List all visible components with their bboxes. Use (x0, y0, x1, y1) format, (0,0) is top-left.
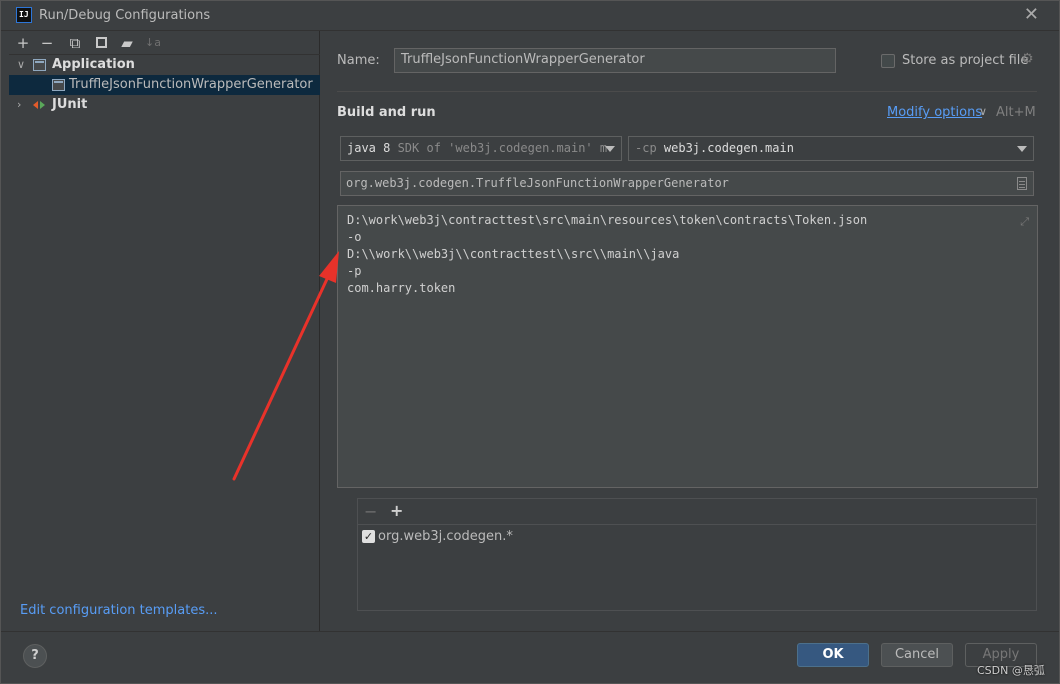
filter-label: org.web3j.codegen.* (378, 529, 513, 544)
remove-filter-icon[interactable]: − (364, 502, 377, 521)
sort-icon[interactable]: ↓a (143, 33, 163, 53)
gear-icon[interactable]: ⚙ (1021, 52, 1035, 66)
store-as-project-checkbox[interactable] (881, 54, 895, 68)
chevron-down-icon[interactable]: ∨ (17, 55, 25, 75)
browse-class-icon[interactable] (1017, 177, 1027, 190)
program-argument-line: D:\work\web3j\contracttest\src\main\reso… (347, 213, 868, 227)
store-as-project-label[interactable]: Store as project file (902, 53, 1028, 68)
remove-icon[interactable]: − (37, 33, 57, 53)
watermark: CSDN @恳弧 (977, 664, 1045, 677)
filter-checkbox[interactable]: ✓ (362, 530, 375, 543)
tree-node-junit-label: JUnit (52, 97, 88, 112)
save-icon[interactable] (91, 33, 111, 53)
run-debug-dialog: IJ Run/Debug Configurations ✕ + − ⧉ ▰ ↓a… (0, 0, 1060, 684)
application-icon (33, 59, 46, 71)
copy-icon[interactable]: ⧉ (65, 33, 85, 53)
jre-select[interactable]: java 8 SDK of 'web3j.codegen.main' m (340, 136, 622, 161)
jre-select-value: java 8 (347, 141, 391, 155)
add-icon[interactable]: + (13, 33, 33, 53)
new-folder-icon[interactable]: ▰ (117, 33, 137, 53)
modify-options-link[interactable]: Modify options (887, 105, 982, 120)
classpath-module-select[interactable]: -cp web3j.codegen.main (628, 136, 1034, 161)
close-icon[interactable]: ✕ (1024, 4, 1039, 25)
program-argument-line: -o (347, 230, 362, 244)
config-form-panel: Name: TruffleJsonFunctionWrapperGenerato… (321, 31, 1059, 631)
edit-templates-link[interactable]: Edit configuration templates... (20, 603, 218, 618)
tree-node-application[interactable]: ∨ Application (9, 55, 320, 75)
config-tree-panel: + − ⧉ ▰ ↓a ∨ Application TruffleJsonFunc… (9, 31, 320, 631)
dropdown-arrow-icon (605, 146, 615, 152)
program-argument-line: -p (347, 264, 362, 278)
main-class-field[interactable]: org.web3j.codegen.TruffleJsonFunctionWra… (340, 171, 1034, 196)
name-input[interactable]: TruffleJsonFunctionWrapperGenerator (394, 48, 836, 73)
cancel-button[interactable]: Cancel (881, 643, 953, 667)
junit-icon (33, 99, 47, 111)
tree-node-application-label: Application (52, 57, 135, 72)
build-and-run-heading: Build and run (337, 105, 436, 120)
classpath-prefix: -cp (635, 141, 664, 155)
application-config-icon (52, 79, 65, 91)
divider (337, 91, 1037, 92)
config-tree: ∨ Application TruffleJsonFunctionWrapper… (9, 55, 320, 115)
expand-icon[interactable]: ⤢ (1020, 213, 1029, 230)
tree-node-junit[interactable]: › JUnit (9, 95, 320, 115)
window-title: Run/Debug Configurations (39, 8, 211, 23)
intellij-app-icon: IJ (16, 7, 32, 23)
ok-button[interactable]: OK (797, 643, 869, 667)
chevron-down-icon[interactable]: ∨ (979, 105, 987, 118)
help-button[interactable]: ? (23, 644, 47, 668)
tree-toolbar: + − ⧉ ▰ ↓a (9, 31, 320, 55)
classpath-module-value: web3j.codegen.main (663, 141, 794, 155)
name-label: Name: (337, 53, 380, 68)
title-bar: IJ Run/Debug Configurations ✕ (1, 1, 1059, 31)
filters-toolbar: − + (358, 499, 1036, 525)
program-argument-line: com.harry.token (347, 281, 456, 295)
tree-node-config-label: TruffleJsonFunctionWrapperGenerator (69, 77, 313, 92)
chevron-right-icon[interactable]: › (17, 95, 21, 115)
program-arguments-textarea[interactable]: D:\work\web3j\contracttest\src\main\reso… (337, 205, 1038, 488)
dialog-button-bar: ? OK Cancel Apply CSDN @恳弧 (1, 631, 1059, 683)
modify-options-shortcut: Alt+M (996, 105, 1036, 120)
filters-panel: − + ✓ org.web3j.codegen.* (357, 498, 1037, 611)
main-class-value: org.web3j.codegen.TruffleJsonFunctionWra… (346, 176, 729, 190)
jre-select-detail: SDK of 'web3j.codegen.main' m (390, 141, 608, 155)
add-filter-icon[interactable]: + (390, 501, 403, 520)
program-argument-line: D:\\work\\web3j\\contracttest\\src\\main… (347, 247, 680, 261)
dropdown-arrow-icon (1017, 146, 1027, 152)
tree-node-selected-config[interactable]: TruffleJsonFunctionWrapperGenerator (9, 75, 320, 95)
